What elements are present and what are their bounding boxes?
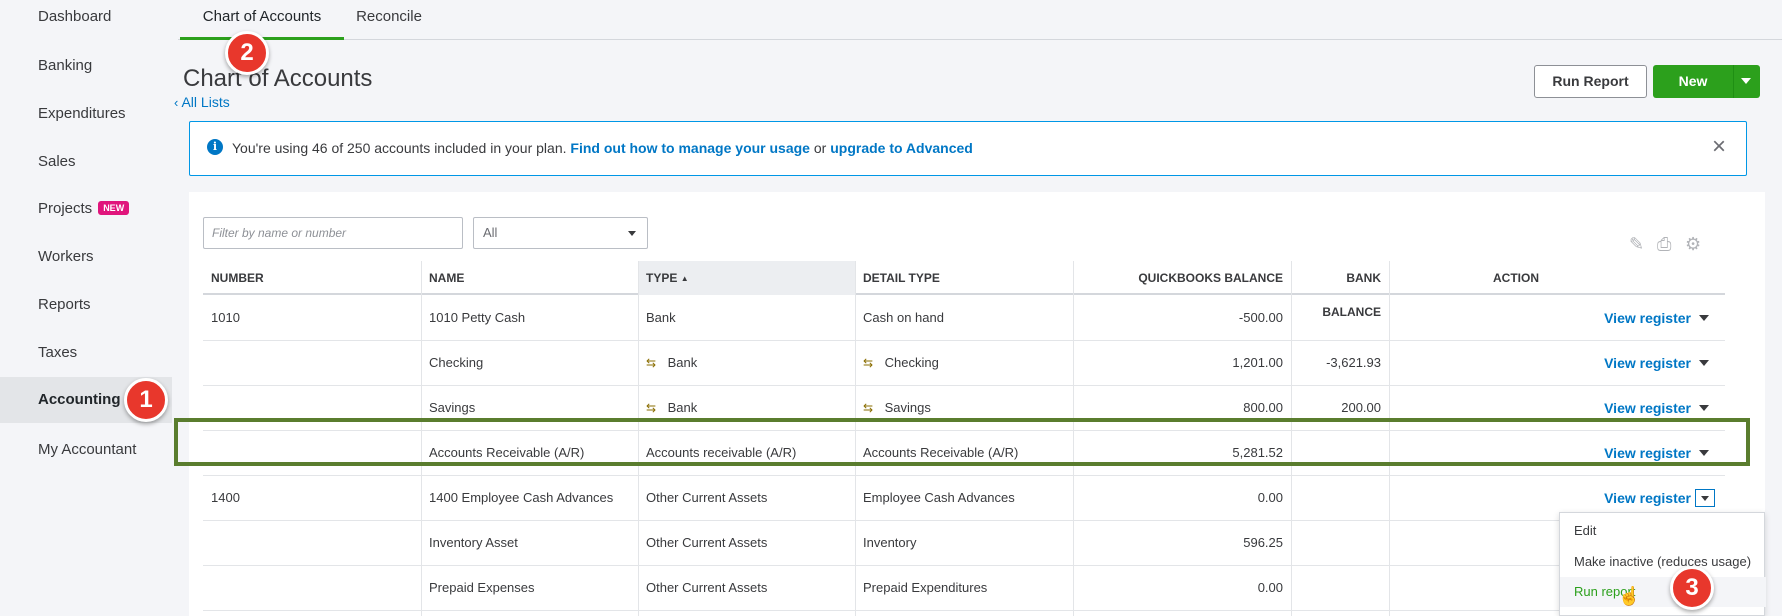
view-register-link[interactable]: View register xyxy=(1604,341,1691,385)
view-register-link[interactable]: View register xyxy=(1604,296,1691,340)
usage-banner: i You're using 46 of 250 accounts includ… xyxy=(189,121,1747,176)
manage-usage-link[interactable]: Find out how to manage your usage xyxy=(570,140,810,156)
table-row[interactable]: Prepaid Expenses Other Current Assets Pr… xyxy=(203,566,1725,611)
sidebar-item-banking[interactable]: Banking xyxy=(0,43,172,89)
col-name[interactable]: NAME xyxy=(421,261,638,295)
bank-feed-icon: ⇆ xyxy=(863,356,874,370)
page-title: Chart of Accounts xyxy=(183,65,373,92)
table-row-selected[interactable]: 1400 1400 Employee Cash Advances Other C… xyxy=(203,476,1725,521)
accounts-panel: Filter by name or number All ✎ ⎙ ⚙ NUMBE… xyxy=(189,192,1765,616)
sidebar-item-projects[interactable]: Projects NEW xyxy=(0,186,172,232)
upgrade-link[interactable]: upgrade to Advanced xyxy=(830,140,973,156)
pencil-icon[interactable]: ✎ xyxy=(1629,234,1644,255)
sidebar-item-my-accountant[interactable]: My Accountant xyxy=(0,427,172,473)
hand-cursor-icon: ☝ xyxy=(1618,586,1641,606)
col-detail-type[interactable]: DETAIL TYPE xyxy=(855,261,1073,295)
col-number[interactable]: NUMBER xyxy=(203,261,421,295)
chevron-down-icon xyxy=(628,231,636,236)
col-quickbooks-balance[interactable]: QUICKBOOKS BALANCE xyxy=(1073,261,1291,295)
table-row[interactable]: Checking ⇆ Bank ⇆ Checking 1,201.00 -3,6… xyxy=(203,341,1725,386)
new-button[interactable]: New xyxy=(1653,65,1760,98)
close-icon[interactable]: × xyxy=(1712,135,1726,159)
action-menu: Edit Make inactive (reduces usage) Run r… xyxy=(1559,512,1766,616)
all-lists-link[interactable]: ‹ All Lists xyxy=(174,94,230,110)
sidebar: Dashboard Banking Expenditures Sales Pro… xyxy=(0,0,172,616)
row-highlight-annotation xyxy=(174,418,1750,466)
chevron-left-icon: ‹ xyxy=(174,95,179,110)
chevron-down-icon[interactable] xyxy=(1741,78,1751,84)
chevron-down-icon xyxy=(1701,496,1709,501)
menu-item-edit[interactable]: Edit xyxy=(1560,516,1766,546)
step-marker-3: 3 xyxy=(1670,566,1714,610)
col-action: ACTION xyxy=(1493,271,1539,285)
tab-chart-of-accounts[interactable]: Chart of Accounts xyxy=(180,0,344,40)
gear-icon[interactable]: ⚙ xyxy=(1685,234,1701,255)
table-header: NUMBER NAME TYPE ▲ DETAIL TYPE QUICKBOOK… xyxy=(203,261,1725,319)
table-tools: ✎ ⎙ ⚙ xyxy=(1629,234,1709,258)
tab-reconcile[interactable]: Reconcile xyxy=(344,0,434,40)
sidebar-item-taxes[interactable]: Taxes xyxy=(0,330,172,376)
col-bank-balance[interactable]: BANK BALANCE xyxy=(1291,261,1389,319)
sidebar-item-sales[interactable]: Sales xyxy=(0,139,172,185)
action-dropdown-toggle[interactable] xyxy=(1695,489,1715,507)
sidebar-item-expenditures[interactable]: Expenditures xyxy=(0,91,172,137)
run-report-button[interactable]: Run Report xyxy=(1534,65,1647,98)
info-icon: i xyxy=(207,139,223,155)
chevron-down-icon[interactable] xyxy=(1699,405,1709,411)
new-badge: NEW xyxy=(98,201,130,215)
main-content: Chart of Accounts Reconcile Chart of Acc… xyxy=(172,0,1782,616)
sidebar-item-workers[interactable]: Workers xyxy=(0,234,172,280)
menu-item-run-report[interactable]: Run report xyxy=(1560,577,1766,607)
col-type[interactable]: TYPE ▲ xyxy=(638,261,855,295)
table-row[interactable]: Inventory Asset Other Current Assets Inv… xyxy=(203,521,1725,566)
chevron-down-icon[interactable] xyxy=(1699,315,1709,321)
filter-input[interactable]: Filter by name or number xyxy=(203,217,463,249)
bank-feed-icon: ⇆ xyxy=(646,356,657,370)
menu-item-make-inactive[interactable]: Make inactive (reduces usage) xyxy=(1560,547,1766,577)
table-row[interactable]: 1010 1010 Petty Cash Bank Cash on hand -… xyxy=(203,296,1725,341)
sort-ascending-icon: ▲ xyxy=(680,274,689,283)
sidebar-item-reports[interactable]: Reports xyxy=(0,282,172,328)
chevron-down-icon[interactable] xyxy=(1699,360,1709,366)
type-filter-select[interactable]: All xyxy=(473,217,648,249)
tab-bar: Chart of Accounts Reconcile xyxy=(178,0,1782,40)
print-icon[interactable]: ⎙ xyxy=(1657,234,1671,255)
sidebar-item-dashboard[interactable]: Dashboard xyxy=(0,0,172,40)
step-marker-2: 2 xyxy=(225,31,269,75)
step-marker-1: 1 xyxy=(124,378,168,422)
